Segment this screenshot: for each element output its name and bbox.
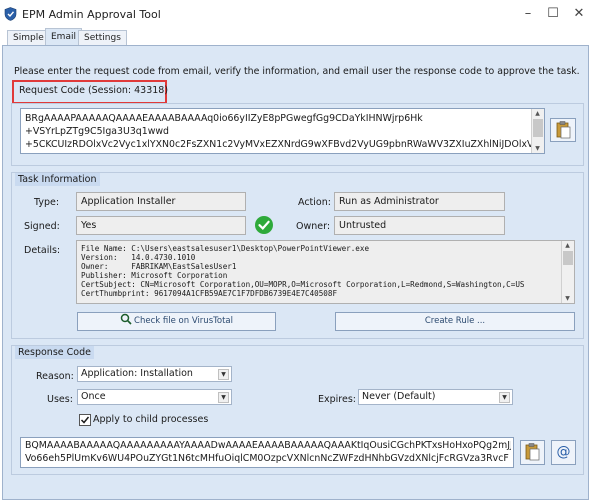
signed-field: Yes	[76, 216, 246, 235]
scroll-thumb[interactable]	[533, 119, 543, 137]
uses-dropdown[interactable]: Once ▼	[77, 389, 232, 405]
paste-request-button[interactable]	[550, 118, 576, 142]
close-icon[interactable]: ✕	[569, 4, 589, 24]
request-code-scrollbar[interactable]: ▲ ▼	[531, 109, 544, 153]
action-field: Run as Administrator	[334, 192, 505, 211]
request-code-line: +5CKCUIzRDOlxVc2Vyc1xlYXN0c2FsZXN1c2VyMV…	[25, 139, 531, 150]
details-line: Owner: FABRIKAM\EastSalesUser1	[81, 262, 237, 271]
details-line: CertThumbprint: 9617094A1CFB59AE7C1F7DFD…	[81, 289, 338, 298]
clipboard-paste-icon	[556, 121, 571, 139]
action-label: Action:	[298, 197, 331, 208]
response-code-output[interactable]: BQMAAAABAAAAAQAAAAAAAAAYAAAADwAAAAEAAAAB…	[20, 437, 514, 468]
copy-response-button[interactable]	[520, 440, 545, 465]
clipboard-copy-icon	[525, 443, 540, 461]
scroll-thumb[interactable]	[563, 251, 573, 265]
details-line: File Name: C:\Users\eastsalesuser1\Deskt…	[81, 244, 370, 253]
owner-label: Owner:	[296, 221, 331, 232]
response-code-line: BQMAAAABAAAAAQAAAAAAAAAYAAAADwAAAAEAAAAB…	[25, 440, 511, 451]
chevron-down-icon[interactable]: ▼	[218, 369, 229, 380]
owner-field: Untrusted	[334, 216, 505, 235]
apply-child-label[interactable]: Apply to child processes	[93, 414, 208, 425]
signed-label: Signed:	[24, 221, 60, 232]
details-label: Details:	[24, 245, 61, 256]
reason-dropdown[interactable]: Application: Installation ▼	[77, 366, 232, 382]
maximize-icon[interactable]: ☐	[543, 4, 563, 24]
scroll-down-icon[interactable]: ▼	[532, 144, 543, 153]
check-virustotal-label: Check file on VirusTotal	[134, 316, 233, 326]
uses-label: Uses:	[47, 394, 73, 405]
scroll-up-icon[interactable]: ▲	[562, 241, 573, 250]
tab-email[interactable]: Email	[45, 28, 82, 46]
shield-icon	[4, 7, 17, 21]
response-code-title: Response Code	[15, 346, 94, 359]
tab-simple[interactable]: Simple	[7, 30, 50, 46]
type-field: Application Installer	[76, 192, 246, 211]
request-code-line: +VSYrLpZTg9C5Iga3U3q1wwd	[25, 126, 170, 137]
virustotal-search-icon	[120, 313, 132, 325]
details-line: Version: 14.0.4730.1010	[81, 253, 196, 262]
create-rule-button[interactable]: Create Rule ...	[335, 312, 575, 331]
uses-value: Once	[81, 391, 106, 402]
scroll-down-icon[interactable]: ▼	[562, 294, 573, 303]
details-scrollbar[interactable]: ▲ ▼	[561, 241, 574, 303]
request-code-label: Request Code (Session: 43318)	[19, 85, 169, 96]
chevron-down-icon[interactable]: ▼	[218, 392, 229, 403]
minimize-icon[interactable]: –	[518, 4, 538, 24]
check-virustotal-button[interactable]: Check file on VirusTotal	[77, 312, 276, 331]
tab-settings[interactable]: Settings	[78, 30, 127, 46]
type-label: Type:	[34, 197, 60, 208]
instructions-text: Please enter the request code from email…	[14, 66, 580, 77]
details-box[interactable]: File Name: C:\Users\eastsalesuser1\Deskt…	[76, 240, 575, 304]
scroll-up-icon[interactable]: ▲	[532, 109, 543, 118]
expires-dropdown[interactable]: Never (Default) ▼	[358, 389, 513, 405]
checkmark-icon	[255, 216, 273, 234]
checkmark-icon	[80, 416, 90, 424]
expires-value: Never (Default)	[362, 391, 436, 402]
request-code-input[interactable]: BRgAAAAPAAAAAQAAAAEAAAABAAAAq0io66yIIZyE…	[20, 108, 545, 154]
window-title: EPM Admin Approval Tool	[22, 8, 161, 21]
details-line: Publisher: Microsoft Corporation	[81, 271, 228, 280]
reason-label: Reason:	[36, 371, 74, 382]
expires-label: Expires:	[318, 394, 356, 405]
response-code-line: Vo66eh5PlUmKv6WU4POuZYGt1N6tcMHfuOiqlCM0…	[25, 453, 509, 464]
details-line: CertSubject: CN=Microsoft Corporation,OU…	[81, 280, 525, 289]
request-code-line: BRgAAAAPAAAAAQAAAAEAAAABAAAAq0io66yIIZyE…	[25, 113, 423, 124]
reason-value: Application: Installation	[81, 368, 193, 379]
at-email-icon[interactable]: @	[551, 440, 576, 465]
task-information-title: Task Information	[15, 173, 100, 186]
apply-child-checkbox[interactable]	[79, 414, 91, 426]
chevron-down-icon[interactable]: ▼	[499, 392, 510, 403]
